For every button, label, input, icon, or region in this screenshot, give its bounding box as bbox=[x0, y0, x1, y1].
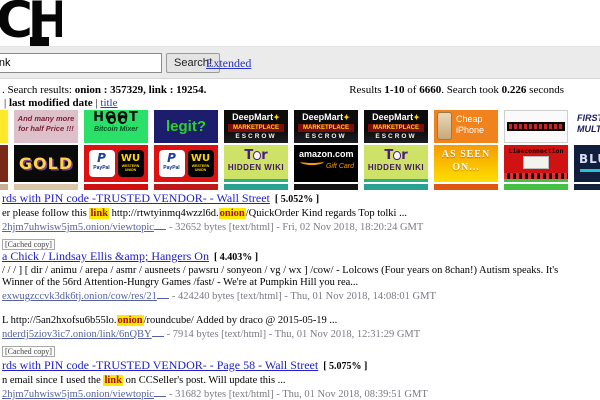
banner-cheap-iphone[interactable]: Cheap iPhone bbox=[434, 110, 498, 143]
western-union-logo: WUWESTERN UNION bbox=[188, 150, 214, 177]
sort-last-modified-date: last modified date bbox=[9, 97, 93, 109]
iphone-image bbox=[437, 112, 452, 140]
search-result-3: L http://5an2hxofsu6b55lo.onion/roundcub… bbox=[2, 314, 598, 359]
banner-paypal-westernunion-1[interactable]: PPayPal WUWESTERN UNION bbox=[84, 145, 148, 182]
result-url-line: nderdj5ziov3ic7.onion/link/6nQBY - 7914 b… bbox=[2, 329, 598, 341]
spark-icon: ✦ bbox=[343, 113, 350, 122]
banner-deepmart-2[interactable]: DeepMart✦ MARKETPLACE ESCROW bbox=[294, 110, 358, 143]
search-result-2: a Chick / Lindsay Ellis &amp; Hangers On… bbox=[2, 249, 598, 303]
banner-blu-crypto[interactable]: BLU bbox=[574, 145, 600, 182]
banner-row-bottom: GOLD PPayPal WUWESTERN UNION PPayPal WUW… bbox=[0, 145, 600, 182]
banner-hoot-bitcoin-mixer[interactable]: HOOT Bitcoin Mixer bbox=[84, 110, 148, 143]
result-score: [ 5.075% ] bbox=[323, 361, 367, 372]
banner-gold[interactable]: GOLD bbox=[14, 145, 78, 182]
result-snippet-line1: / / / ] [ dir / animu / arepa / asmr / a… bbox=[2, 265, 598, 277]
banner-tor-hidden-wiki-1[interactable]: Tr HIDDEN WIKI bbox=[224, 145, 288, 182]
highlighted-term: onion bbox=[117, 315, 144, 326]
result-snippet: n email since I used the link on CCSelle… bbox=[2, 374, 598, 387]
cyan-text-bar bbox=[580, 169, 600, 172]
sort-by-title-link[interactable]: title bbox=[100, 97, 117, 109]
banner-black-strip-ad[interactable] bbox=[504, 110, 568, 143]
result-meta: - 32652 bytes [text/html] - Fri, 02 Nov … bbox=[169, 222, 423, 233]
result-snippet: L http://5an2hxofsu6b55lo.onion/roundcub… bbox=[2, 314, 598, 327]
spark-icon: ✦ bbox=[273, 113, 280, 122]
banner-deepmart-3[interactable]: DeepMart✦ MARKETPLACE ESCROW bbox=[364, 110, 428, 143]
results-total: 6660 bbox=[419, 84, 441, 96]
limeconnection-photo bbox=[523, 156, 549, 169]
torch-logo-leg bbox=[30, 37, 49, 46]
highlighted-term: onion bbox=[219, 208, 246, 219]
paypal-logo: PPayPal bbox=[89, 150, 115, 177]
banner-as-seen-on[interactable]: AS SEEN ON... bbox=[434, 145, 498, 182]
owl-eye-icon bbox=[107, 115, 116, 124]
result-url-link[interactable]: 2hjm7uhwisw5jm5.onion/viewtopic bbox=[2, 222, 154, 233]
spark-icon: ✦ bbox=[413, 113, 420, 122]
paypal-logo: PPayPal bbox=[159, 150, 185, 177]
result-meta: - 424240 bytes [text/html] - Thu, 01 Nov… bbox=[172, 291, 436, 302]
search-result-1: rds with PIN code -TRUSTED VENDOR- - Wal… bbox=[2, 191, 598, 252]
search-result-4: rds with PIN code -TRUSTED VENDOR- - Pag… bbox=[2, 358, 598, 400]
banner-partial-left-top[interactable] bbox=[0, 110, 8, 143]
search-time: 0.226 bbox=[502, 84, 527, 96]
stats-left-label: . Search results: bbox=[2, 84, 75, 96]
result-meta: - 7914 bytes [text/html] - Thu, 01 Nov 2… bbox=[167, 329, 421, 340]
result-meta: - 31682 bytes [text/html] - Thu, 01 Nov … bbox=[169, 389, 428, 400]
extended-search-link[interactable]: Extended bbox=[206, 56, 251, 71]
banner-amazon-gift-card[interactable]: amazon.com Gift Card bbox=[294, 145, 358, 182]
banner-first-multi[interactable]: FIRST MULTI bbox=[574, 110, 600, 143]
banner-half-price-promo[interactable]: And many more for half Price !!! bbox=[14, 110, 78, 143]
banner-deepmart-1[interactable]: DeepMart✦ MARKETPLACE ESCROW bbox=[224, 110, 288, 143]
sort-options: | last modified date | title bbox=[4, 97, 118, 109]
cached-copy-link[interactable]: [Cached copy] bbox=[2, 346, 55, 357]
result-title-link[interactable]: rds with PIN code -TRUSTED VENDOR- - Pag… bbox=[2, 358, 318, 372]
torch-search-results-page: TORCH Search! Extended . Search results:… bbox=[0, 0, 600, 400]
result-url-line: 2hjm7uhwisw5jm5.onion/viewtopic - 32652 b… bbox=[2, 222, 598, 234]
torch-logo[interactable]: TORCH bbox=[0, 0, 62, 50]
banner-row-top: And many more for half Price !!! HOOT Bi… bbox=[0, 110, 600, 143]
result-url-link[interactable]: nderdj5ziov3ic7.onion/link/6nQBY bbox=[2, 329, 152, 340]
red-text-strip bbox=[507, 122, 565, 131]
search-bar-band: Search! Extended bbox=[0, 46, 600, 79]
result-score: [ 5.052% ] bbox=[275, 194, 319, 205]
result-snippet-line2: Winner of the 56rd Attention-Hungry Game… bbox=[2, 277, 598, 289]
banner-tor-hidden-wiki-2[interactable]: Tr HIDDEN WIKI bbox=[364, 145, 428, 182]
highlighted-term: link bbox=[89, 208, 109, 219]
result-url-link[interactable]: 2hjm7uhwisw5jm5.onion/viewtopic bbox=[2, 389, 154, 400]
search-results-counts: . Search results: onion : 357329, link :… bbox=[2, 84, 206, 96]
banner-legit[interactable]: legit? bbox=[154, 110, 218, 143]
results-range: 1-10 bbox=[384, 84, 404, 96]
result-url-line: exwugzccvk3dk6tj.onion/cow/res/21 - 42424… bbox=[2, 291, 598, 303]
amazon-smile-icon bbox=[300, 158, 324, 165]
result-url-line: 2hjm7uhwisw5jm5.onion/viewtopic - 31682 b… bbox=[2, 389, 598, 400]
result-url-link[interactable]: exwugzccvk3dk6tj.onion/cow/res/21 bbox=[2, 291, 157, 302]
result-score: [ 4.403% ] bbox=[214, 252, 258, 263]
owl-eye-icon bbox=[118, 115, 127, 124]
highlighted-term: link bbox=[103, 375, 123, 386]
banner-limeconnection[interactable]: Limeconnection bbox=[504, 145, 568, 182]
banner-row-clipped bbox=[0, 184, 600, 190]
western-union-logo: WUWESTERN UNION bbox=[118, 150, 144, 177]
banner-paypal-westernunion-2[interactable]: PPayPal WUWESTERN UNION bbox=[154, 145, 218, 182]
result-snippet: er please follow this link http://rtwtyi… bbox=[2, 207, 598, 220]
stats-left-counts: onion : 357329, link : 19254. bbox=[75, 84, 207, 96]
search-input[interactable] bbox=[0, 53, 162, 73]
banner-partial-left-bottom[interactable] bbox=[0, 145, 8, 182]
result-title-link[interactable]: a Chick / Lindsay Ellis &amp; Hangers On bbox=[2, 249, 209, 263]
results-range-stats: Results 1-10 of 6660. Search took 0.226 … bbox=[349, 84, 564, 96]
result-title-link[interactable]: rds with PIN code -TRUSTED VENDOR- - Wal… bbox=[2, 191, 270, 205]
